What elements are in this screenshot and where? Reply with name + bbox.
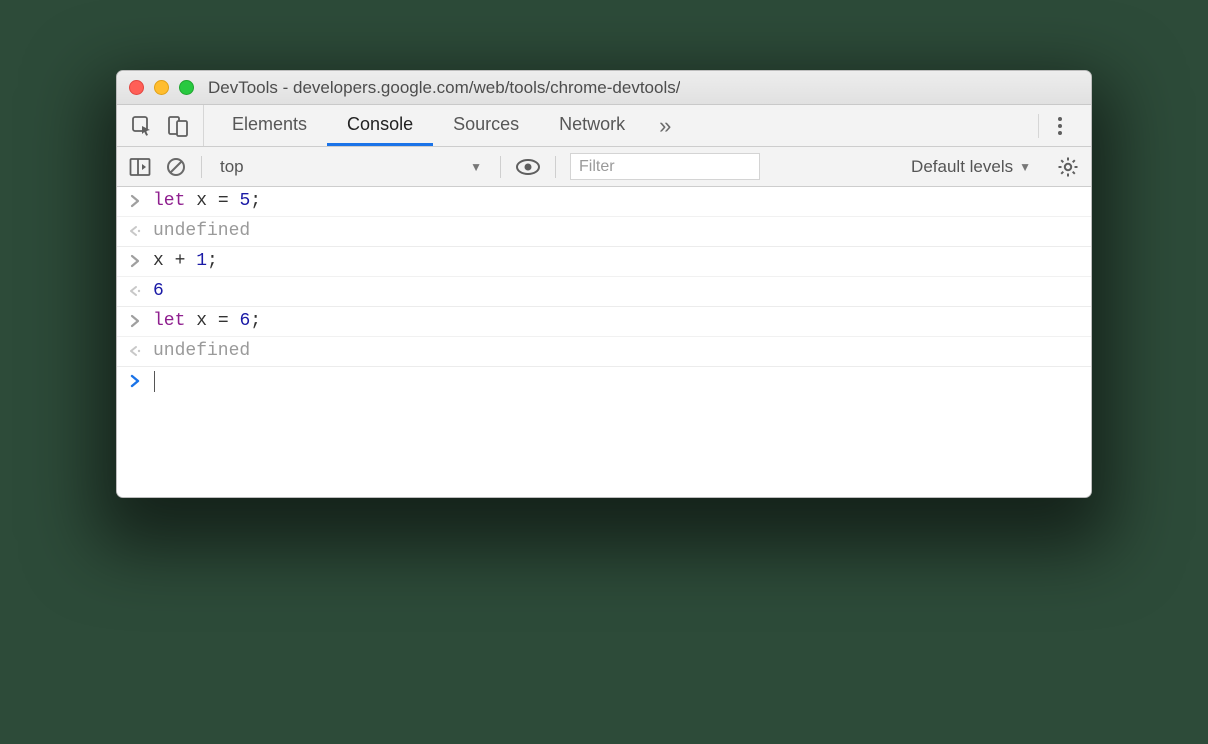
window-minimize-button[interactable] [154,80,169,95]
levels-label: Default levels [911,157,1013,177]
devtools-tabs: ElementsConsoleSourcesNetwork [204,105,653,146]
console-body[interactable]: let x = 5; undefined x + 1; 6 let x = 6; unde… [117,187,1091,497]
context-selector-label: top [220,157,244,177]
input-arrow-icon [127,251,143,268]
window-close-button[interactable] [129,80,144,95]
console-content: undefined [153,221,250,241]
levels-selector[interactable]: Default levels ▼ [911,157,1031,177]
console-content: x + 1; [153,251,218,271]
window-zoom-button[interactable] [179,80,194,95]
chevron-down-icon: ▼ [470,160,482,174]
output-arrow-icon [127,281,143,298]
output-arrow-icon [127,341,143,358]
gear-icon[interactable] [1057,156,1079,178]
tab-elements[interactable]: Elements [212,105,327,146]
inspect-element-icon[interactable] [131,115,153,137]
separator [555,156,556,178]
filter-input[interactable] [579,158,751,176]
tab-console[interactable]: Console [327,105,433,146]
console-input-row: let x = 5; [117,187,1091,217]
input-arrow-icon [127,311,143,328]
tab-sources[interactable]: Sources [433,105,539,146]
window-title: DevTools - developers.google.com/web/too… [208,78,680,98]
output-arrow-icon [127,221,143,238]
console-input-row: x + 1; [117,247,1091,277]
separator [1038,114,1039,138]
separator [201,156,202,178]
tabs-overflow-icon[interactable]: » [653,113,677,139]
toggle-sidebar-icon[interactable] [129,157,151,177]
console-input-row: let x = 6; [117,307,1091,337]
console-toolbar: top ▼ Default levels ▼ [117,147,1091,187]
context-selector[interactable]: top ▼ [216,157,486,177]
console-prompt-input[interactable] [153,371,155,392]
console-content: undefined [153,341,250,361]
input-arrow-icon [127,191,143,208]
live-expression-icon[interactable] [515,158,541,176]
window-traffic-lights [129,80,194,95]
console-content: let x = 5; [153,191,261,211]
console-output-row: 6 [117,277,1091,307]
tab-network[interactable]: Network [539,105,645,146]
devtools-tabbar: ElementsConsoleSourcesNetwork » [117,105,1091,147]
window-titlebar: DevTools - developers.google.com/web/too… [117,71,1091,105]
console-content: 6 [153,281,164,301]
console-content: let x = 6; [153,311,261,331]
devtools-window: DevTools - developers.google.com/web/too… [116,70,1092,498]
console-output-row: undefined [117,337,1091,367]
console-output-row: undefined [117,217,1091,247]
device-toggle-icon[interactable] [167,115,189,137]
clear-console-icon[interactable] [165,156,187,178]
more-menu-icon[interactable] [1057,115,1077,137]
prompt-arrow-icon [127,371,143,388]
console-prompt-row[interactable] [117,367,1091,397]
chevron-down-icon: ▼ [1019,160,1031,174]
filter-box[interactable] [570,153,760,180]
separator [500,156,501,178]
